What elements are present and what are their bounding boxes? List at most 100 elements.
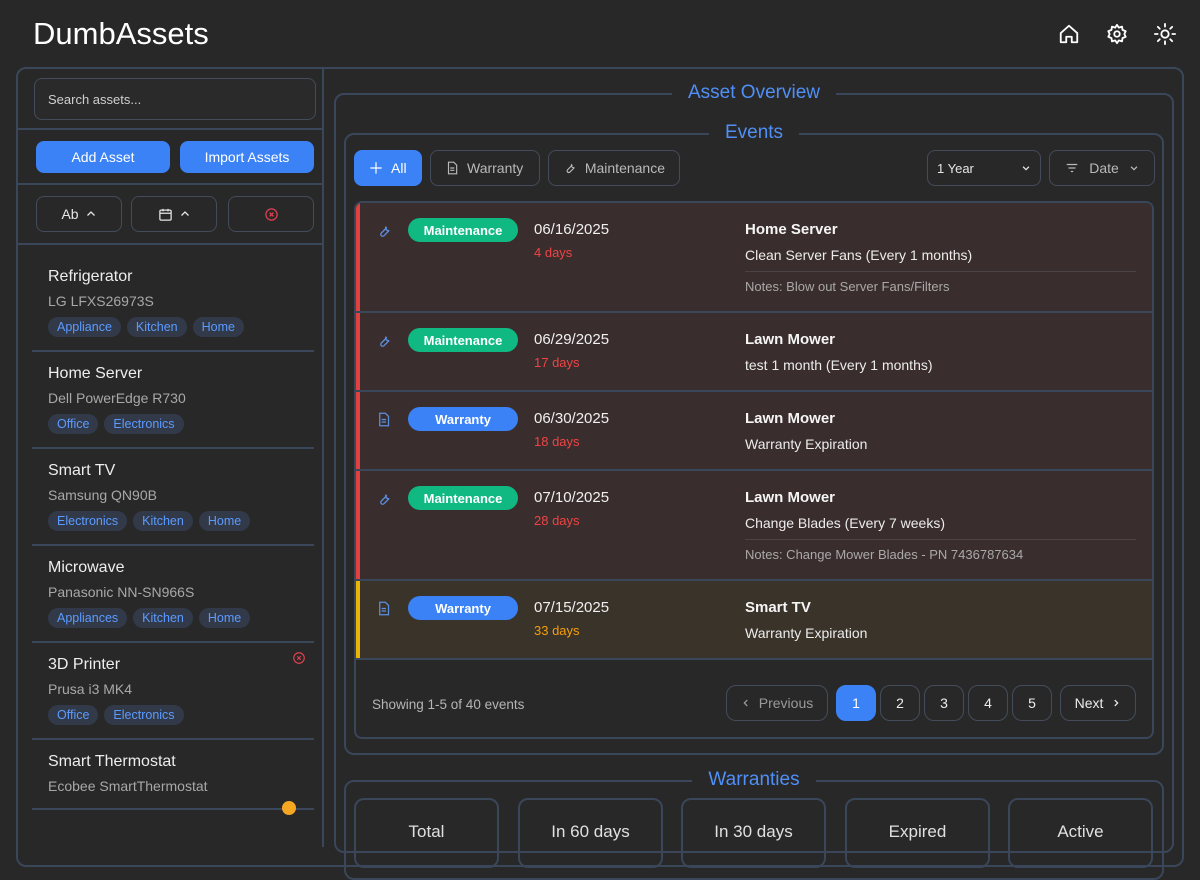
events-panel: Events All Warranty Maintenance 1 Year D… xyxy=(344,122,1164,755)
chevron-up-icon xyxy=(180,211,189,216)
asset-item[interactable]: 3D Printer Prusa i3 MK4 Office Electroni… xyxy=(32,643,314,740)
next-page-button[interactable]: Next xyxy=(1060,685,1136,721)
divider xyxy=(18,183,322,185)
previous-page-button[interactable]: Previous xyxy=(726,685,828,721)
tag[interactable]: Kitchen xyxy=(133,608,193,628)
event-days-left: 18 days xyxy=(534,434,580,449)
tag[interactable]: Office xyxy=(48,705,99,725)
divider xyxy=(18,128,322,130)
tag[interactable]: Home xyxy=(192,317,244,337)
events-list: Maintenance 06/16/2025 4 days Home Serve… xyxy=(354,201,1154,739)
warning-dot-icon xyxy=(282,801,296,815)
sort-name-label: Ab xyxy=(61,206,79,222)
overview-title: Asset Overview xyxy=(672,82,836,103)
tag[interactable]: Electronics xyxy=(104,414,184,434)
page-button[interactable]: 2 xyxy=(880,685,920,721)
alert-icon[interactable] xyxy=(292,651,306,670)
filter-warranty-button[interactable]: Warranty xyxy=(430,150,540,186)
divider xyxy=(745,271,1136,272)
page-button[interactable]: 5 xyxy=(1012,685,1052,721)
event-date: 06/29/2025 xyxy=(534,331,610,348)
chevron-up-icon xyxy=(86,211,95,216)
event-asset-name: Lawn Mower xyxy=(745,489,836,506)
event-row[interactable]: Maintenance 07/10/2025 28 days Lawn Mowe… xyxy=(356,471,1152,581)
divider xyxy=(745,539,1136,540)
asset-name: Microwave xyxy=(48,559,125,576)
document-icon xyxy=(376,412,391,432)
tag[interactable]: Office xyxy=(48,414,99,434)
event-row[interactable]: Maintenance 06/16/2025 4 days Home Serve… xyxy=(356,203,1152,313)
event-date: 07/15/2025 xyxy=(534,599,610,616)
import-assets-button[interactable]: Import Assets xyxy=(180,141,314,173)
home-icon[interactable] xyxy=(1058,22,1080,46)
add-asset-button[interactable]: Add Asset xyxy=(36,141,170,173)
event-row[interactable]: Maintenance 06/29/2025 17 days Lawn Mowe… xyxy=(356,313,1152,392)
event-title: Warranty Expiration xyxy=(745,436,868,452)
status-bar xyxy=(356,581,360,658)
page-button[interactable]: 3 xyxy=(924,685,964,721)
event-type-badge: Warranty xyxy=(408,596,518,620)
sort-by-name-button[interactable]: Ab xyxy=(36,196,122,232)
warranty-stat-expired[interactable]: Expired xyxy=(845,798,990,868)
sparkle-icon xyxy=(370,162,382,174)
search-input[interactable] xyxy=(34,78,316,120)
asset-item[interactable]: Home Server Dell PowerEdge R730 Office E… xyxy=(32,352,314,449)
asset-item[interactable]: Smart TV Samsung QN90B Electronics Kitch… xyxy=(32,449,314,546)
tag[interactable]: Home xyxy=(198,608,251,628)
filter-maintenance-button[interactable]: Maintenance xyxy=(548,150,680,186)
event-date: 06/16/2025 xyxy=(534,221,610,238)
asset-model: Dell PowerEdge R730 xyxy=(48,390,186,406)
asset-name: Home Server xyxy=(48,365,143,382)
tag[interactable]: Electronics xyxy=(48,511,128,531)
wrench-icon xyxy=(566,163,575,174)
asset-model: LG LFXS26973S xyxy=(48,293,154,309)
tag[interactable]: Electronics xyxy=(104,705,184,725)
sort-by-date-button[interactable] xyxy=(131,196,217,232)
filter-all-button[interactable]: All xyxy=(354,150,422,186)
sort-date-button[interactable]: Date xyxy=(1049,150,1155,186)
asset-model: Panasonic NN-SN966S xyxy=(48,584,195,600)
close-circle-icon xyxy=(264,207,278,221)
asset-item[interactable]: Microwave Panasonic NN-SN966S Appliances… xyxy=(32,546,314,643)
sun-icon[interactable] xyxy=(1154,22,1176,46)
event-asset-name: Lawn Mower xyxy=(745,410,836,427)
gear-icon[interactable] xyxy=(1106,22,1128,46)
warranty-stat-active[interactable]: Active xyxy=(1008,798,1153,868)
event-row[interactable]: Warranty 06/30/2025 18 days Lawn Mower W… xyxy=(356,392,1152,471)
tag[interactable]: Home xyxy=(198,511,251,531)
page-button[interactable]: 1 xyxy=(836,685,876,721)
asset-item[interactable]: Refrigerator LG LFXS26973S Appliance Kit… xyxy=(32,255,314,352)
tag[interactable]: Kitchen xyxy=(126,317,187,337)
filter-all-label: All xyxy=(391,160,407,176)
time-range-select[interactable]: 1 Year xyxy=(927,150,1041,186)
filter-maintenance-label: Maintenance xyxy=(584,160,665,176)
document-icon xyxy=(376,601,391,621)
event-row[interactable]: Warranty 07/15/2025 33 days Smart TV War… xyxy=(356,581,1152,660)
pagination-info: Showing 1-5 of 40 events xyxy=(372,697,525,712)
clear-filter-button[interactable] xyxy=(228,196,314,232)
next-label: Next xyxy=(1074,695,1104,711)
time-range-value: 1 Year xyxy=(937,160,974,176)
warranty-stat-total[interactable]: Total xyxy=(354,798,499,868)
asset-item[interactable]: Smart Thermostat Ecobee SmartThermostat xyxy=(32,740,314,815)
chevron-down-icon xyxy=(1130,166,1138,171)
sidebar: Add Asset Import Assets Ab Refrigerator … xyxy=(18,69,324,847)
asset-name: Refrigerator xyxy=(48,268,133,285)
event-date: 07/10/2025 xyxy=(534,489,610,506)
sort-date-label: Date xyxy=(1089,160,1119,176)
tag[interactable]: Kitchen xyxy=(133,511,193,531)
event-date: 06/30/2025 xyxy=(534,410,610,427)
asset-name: 3D Printer xyxy=(48,656,121,673)
calendar-icon xyxy=(158,208,172,221)
main-content: Asset Overview Events All Warranty Maint… xyxy=(326,69,1182,880)
tag[interactable]: Appliances xyxy=(48,608,128,628)
warranty-stat-60-days[interactable]: In 60 days xyxy=(518,798,663,868)
page-button[interactable]: 4 xyxy=(968,685,1008,721)
tag[interactable]: Appliance xyxy=(48,317,121,337)
asset-name: Smart TV xyxy=(48,462,116,479)
chevron-left-icon xyxy=(743,699,748,707)
event-title: Warranty Expiration xyxy=(745,625,868,641)
event-type-badge: Maintenance xyxy=(408,218,518,242)
event-notes: Notes: Change Mower Blades - PN 74367876… xyxy=(745,547,1024,562)
warranty-stat-30-days[interactable]: In 30 days xyxy=(681,798,826,868)
